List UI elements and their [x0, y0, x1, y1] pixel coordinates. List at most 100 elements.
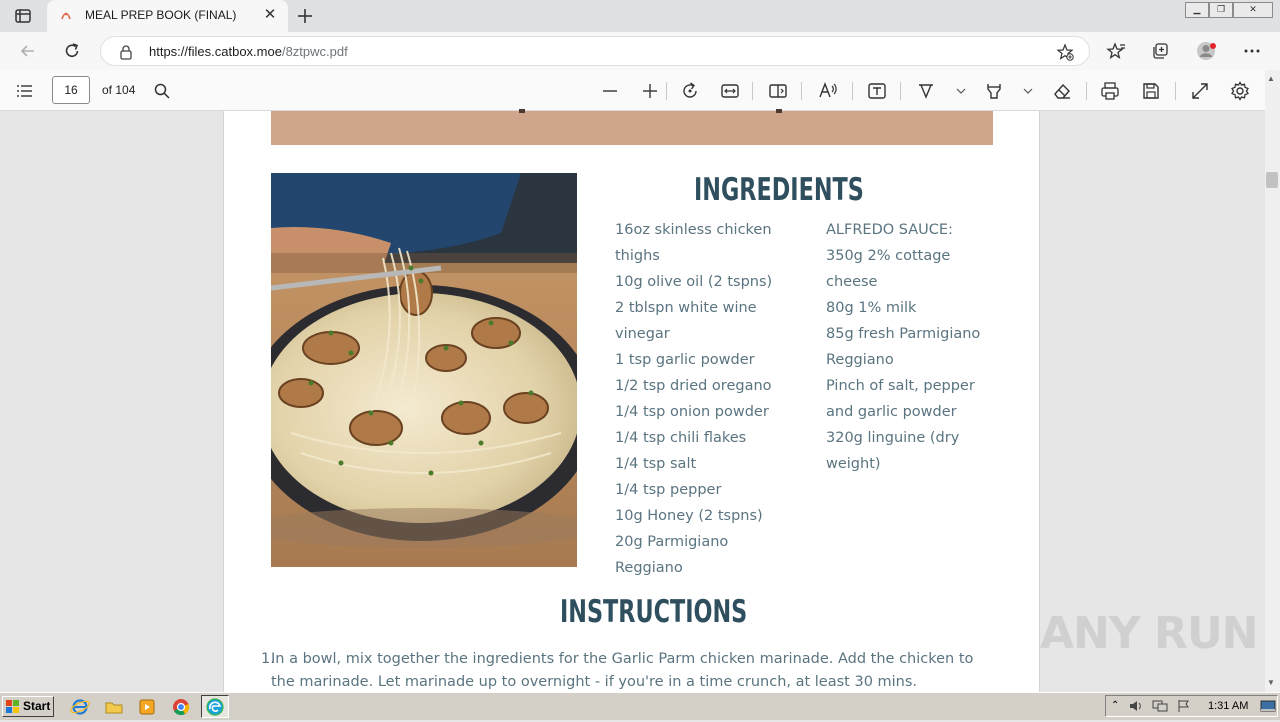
taskbar-clock: 1:31 AM	[1208, 700, 1249, 712]
anyrun-watermark: ANY RUN	[1040, 608, 1258, 659]
ingredient-line: 1/4 tsp onion powder	[615, 404, 769, 420]
ingredients-list-right: ALFREDO SAUCE: 350g 2% cottage cheese 80g 1…	[826, 217, 980, 477]
ingredient-line: ALFREDO SAUCE:	[826, 222, 953, 238]
toolbar-divider	[852, 82, 853, 100]
minimize-button[interactable]: ▁	[1185, 2, 1209, 18]
ingredients-list-left: 16oz skinless chicken thighs 10g olive oil…	[615, 217, 772, 581]
more-options-icon[interactable]	[1242, 41, 1262, 61]
url-text: https://files.catbox.moe/8ztpwc.pdf	[149, 44, 348, 59]
ingredient-line: 10g Honey (2 tspns)	[615, 508, 763, 524]
full-screen-icon[interactable]	[1189, 80, 1211, 102]
instruction-step: 1. In a bowl, mix together the ingredien…	[258, 648, 1018, 694]
ingredient-line: Pinch of salt, pepper	[826, 378, 975, 394]
ingredient-line: 350g 2% cottage	[826, 248, 951, 264]
vertical-scrollbar[interactable]	[1265, 70, 1280, 692]
pasta-photo	[271, 173, 577, 567]
toolbar-divider	[1086, 82, 1087, 100]
ie-icon[interactable]	[69, 697, 91, 717]
draw-options-chevron-down-icon[interactable]	[950, 80, 972, 102]
tray-expand-icon[interactable]: ⌃	[1111, 700, 1119, 711]
instructions-list: 1. In a bowl, mix together the ingredien…	[258, 648, 1018, 694]
zoom-in-icon[interactable]	[639, 80, 661, 102]
address-bar[interactable]: https://files.catbox.moe/8ztpwc.pdf	[100, 36, 1090, 66]
find-icon[interactable]	[151, 80, 173, 102]
ingredient-line: and garlic powder	[826, 404, 957, 420]
refresh-icon[interactable]	[62, 41, 82, 61]
ingredient-line: 80g 1% milk	[826, 300, 917, 316]
ingredient-line: 20g Parmigiano	[615, 534, 729, 550]
save-icon[interactable]	[1140, 80, 1162, 102]
tab-close-icon[interactable]: ✕	[261, 6, 279, 24]
rotate-icon[interactable]	[679, 80, 701, 102]
scroll-down-icon[interactable]: ▼	[1267, 678, 1275, 687]
add-favorite-icon[interactable]	[1056, 43, 1074, 61]
zoom-out-icon[interactable]	[599, 80, 621, 102]
lock-icon[interactable]	[119, 44, 133, 60]
contents-icon[interactable]	[13, 80, 35, 102]
band-text-fragment	[776, 109, 782, 113]
ingredient-line: 10g olive oil (2 tspns)	[615, 274, 773, 290]
ingredient-line: vinegar	[615, 326, 670, 342]
back-icon[interactable]	[18, 41, 38, 61]
ingredient-line: Reggiano	[615, 560, 683, 576]
ingredient-line: 16oz skinless chicken	[615, 222, 772, 238]
erase-icon[interactable]	[1051, 80, 1073, 102]
chrome-icon[interactable]	[170, 697, 192, 717]
ingredient-line: cheese	[826, 274, 878, 290]
highlight-options-chevron-down-icon[interactable]	[1017, 80, 1039, 102]
ingredient-line: 1/4 tsp salt	[615, 456, 697, 472]
network-icon[interactable]	[1152, 699, 1168, 713]
ingredient-line: 1/4 tsp pepper	[615, 482, 722, 498]
restore-button[interactable]: ❐	[1209, 2, 1233, 18]
ingredient-line: weight)	[826, 456, 881, 472]
page-number-input[interactable]	[52, 76, 90, 104]
ingredient-line: 1/4 tsp chili flakes	[615, 430, 747, 446]
collections-icon[interactable]	[1150, 41, 1170, 61]
tab-actions-icon[interactable]	[14, 7, 32, 25]
favorites-icon[interactable]	[1106, 41, 1126, 61]
show-desktop-icon[interactable]	[1260, 699, 1276, 713]
volume-icon[interactable]	[1128, 699, 1144, 713]
fit-to-width-icon[interactable]	[719, 80, 741, 102]
media-player-icon[interactable]	[136, 697, 158, 717]
toolbar-divider	[666, 82, 667, 100]
url-path: /8ztpwc.pdf	[281, 44, 348, 59]
settings-gear-icon[interactable]	[1229, 80, 1251, 102]
highlight-icon[interactable]	[983, 80, 1005, 102]
browser-tab[interactable]: MEAL PREP BOOK (FINAL) ✕	[47, 0, 288, 32]
flag-icon[interactable]	[1176, 699, 1192, 713]
page-view-icon[interactable]	[767, 80, 789, 102]
ingredient-line: 2 tblspn white wine	[615, 300, 757, 316]
print-icon[interactable]	[1099, 80, 1121, 102]
edge-icon	[206, 698, 224, 716]
windows-logo-icon	[6, 700, 20, 713]
page-count-label: of 104	[102, 83, 136, 97]
instructions-heading: INSTRUCTIONS	[560, 594, 748, 630]
profile-avatar[interactable]	[1196, 40, 1218, 62]
toolbar-divider	[801, 82, 802, 100]
start-label: Start	[23, 699, 51, 713]
scroll-up-icon[interactable]: ▲	[1267, 74, 1275, 83]
ingredient-line: Reggiano	[826, 352, 894, 368]
instruction-text-line: the marinade. Let marinade up to overnig…	[271, 674, 918, 690]
close-window-button[interactable]: ✕	[1233, 2, 1273, 18]
ingredient-line: 85g fresh Parmigiano	[826, 326, 981, 342]
scrollbar-thumb[interactable]	[1266, 172, 1278, 188]
pdf-favicon-icon	[59, 9, 73, 23]
band-text-fragment	[519, 109, 525, 113]
toolbar-divider	[1175, 82, 1176, 100]
draw-icon[interactable]	[915, 80, 937, 102]
ingredient-line: 320g linguine (dry	[826, 430, 960, 446]
edge-taskbar-button[interactable]	[201, 695, 229, 718]
new-tab-icon[interactable]	[295, 6, 315, 26]
add-text-icon[interactable]	[866, 80, 888, 102]
url-host: https://files.catbox.moe	[149, 44, 282, 59]
ingredient-line: 1/2 tsp dried oregano	[615, 378, 772, 394]
header-band	[271, 109, 993, 145]
start-button[interactable]: Start	[2, 696, 54, 717]
file-explorer-icon[interactable]	[103, 697, 125, 717]
ingredient-line: 1 tsp garlic powder	[615, 352, 755, 368]
taskbar	[0, 692, 1280, 720]
tab-title: MEAL PREP BOOK (FINAL)	[85, 8, 237, 22]
read-aloud-icon[interactable]	[817, 80, 839, 102]
